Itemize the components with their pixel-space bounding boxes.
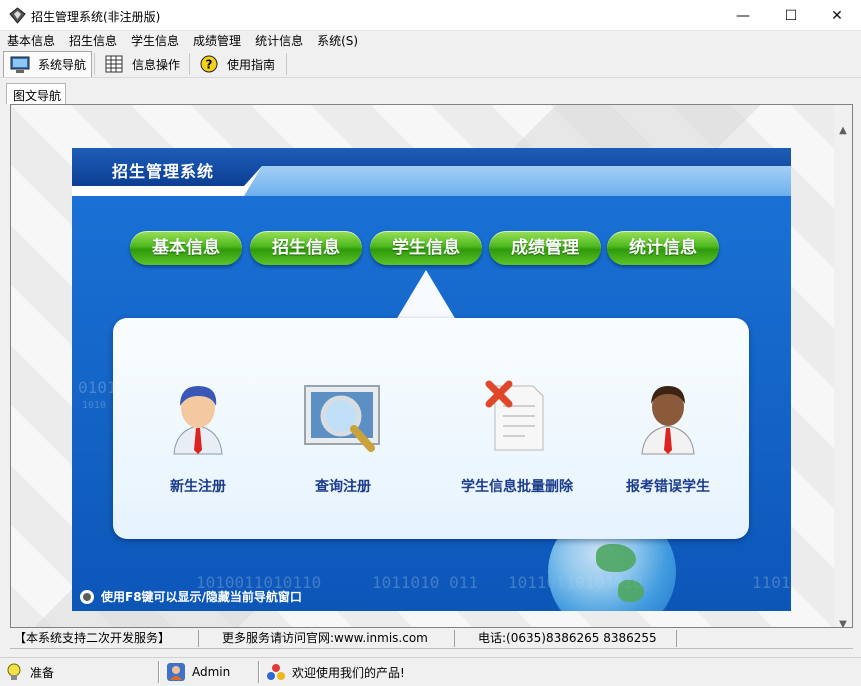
title-bar: 招生管理系统(非注册版) — ☐ ✕ [0,0,861,31]
feature-exam-error-students[interactable]: 报考错误学生 [603,380,733,496]
feature-label: 学生信息批量删除 [461,479,573,495]
menu-bar: 基本信息 招生信息 学生信息 成绩管理 统计信息 系统(S) [0,31,861,50]
welcome-text: 欢迎使用我们的产品! [292,665,405,680]
grid-table-icon [105,55,123,73]
header-light-band [244,166,791,196]
scroll-down-icon[interactable]: ▼ [834,615,852,628]
status-user: Admin [166,662,230,682]
status-bar: 准备 Admin 欢迎使用我们的产品! [0,657,861,686]
toolbar-separator [286,53,287,75]
support-text: 【本系统支持二次开发服务】 [14,631,171,645]
pill-enrollment-info[interactable]: 招生信息 [250,231,362,265]
panel-title: 招生管理系统 [112,162,215,181]
feature-label: 查询注册 [315,479,371,495]
toolbar-separator [189,53,190,75]
binary-decoration: 1101 [752,573,791,592]
vertical-scrollbar[interactable]: ▲ ▼ [834,105,852,627]
graphic-nav-tab[interactable]: 图文导航 [6,83,66,104]
menu-enrollment-info[interactable]: 招生信息 [62,31,124,50]
phone-text: 电话:(0635)8386265 8386255 [478,631,657,645]
info-separator [676,630,677,647]
delete-document-icon [485,380,544,451]
pill-basic-info[interactable]: 基本信息 [130,231,242,265]
info-separator [454,630,455,647]
hint-text: 使用F8键可以显示/隐藏当前导航窗口 [101,590,302,604]
panel-header: 招生管理系统 [72,148,791,196]
feature-query-registration[interactable]: 查询注册 [278,380,408,496]
monitor-icon [10,56,30,73]
help-question-icon: ? [200,55,218,73]
binary-decoration: 1010 [82,400,107,411]
status-separator [258,661,260,683]
pill-grade-management[interactable]: 成绩管理 [489,231,601,265]
menu-student-info[interactable]: 学生信息 [124,31,186,50]
info-badge-icon [80,589,94,604]
maximize-button[interactable]: ☐ [768,0,814,31]
binary-decoration: 1011010 011 [372,573,478,592]
navigation-panel: 招生管理系统 1010011010110 1011010 011 1011011… [72,148,791,611]
magnifier-icon [304,385,380,452]
scroll-up-icon[interactable]: ▲ [834,121,852,139]
app-logo-icon [9,7,26,24]
minimize-button[interactable]: — [720,0,766,31]
selected-tab-pointer [396,270,456,320]
user-account-icon [167,663,185,681]
system-nav-label: 系统导航 [38,58,87,72]
status-welcome: 欢迎使用我们的产品! [266,662,405,682]
male-user-icon [173,386,223,455]
feature-label: 报考错误学生 [626,479,710,495]
info-separator [198,630,199,647]
globe-landmass [596,544,636,572]
system-nav-tab[interactable]: 系统导航 [3,51,92,77]
user-name: Admin [192,665,231,679]
info-bar: 【本系统支持二次开发服务】 更多服务请访问官网:www.inmis.com 电话… [10,628,853,649]
menu-system[interactable]: 系统(S) [310,31,365,50]
status-separator [158,661,160,683]
svg-text:?: ? [206,58,213,72]
content-frame: 招生管理系统 1010011010110 1011010 011 1011011… [10,104,853,628]
menu-basic-info[interactable]: 基本信息 [0,31,62,50]
window-title: 招生管理系统(非注册版) [31,10,161,24]
shapes-icon [267,664,285,680]
pill-statistics[interactable]: 统计信息 [607,231,719,265]
globe-landmass [618,580,644,602]
close-button[interactable]: ✕ [814,0,860,31]
user-guide-label: 使用指南 [227,57,276,72]
binary-decoration: 0101 [78,378,117,397]
user-guide-tab[interactable]: ? 使用指南 [193,51,285,77]
status-ready: 准备 [4,662,54,682]
info-operation-label: 信息操作 [132,57,181,72]
status-text: 准备 [30,665,55,680]
feature-batch-delete-students[interactable]: 学生信息批量删除 [442,380,592,496]
menu-grade-management[interactable]: 成绩管理 [186,31,248,50]
toolbar-separator [94,53,95,75]
f8-hint: 使用F8键可以显示/隐藏当前导航窗口 [79,588,302,605]
menu-statistics[interactable]: 统计信息 [248,31,310,50]
toolbar: 系统导航 信息操作 ? 使用指南 [0,50,861,78]
feature-new-student-registration[interactable]: 新生注册 [133,380,263,496]
student-user-icon [641,386,695,455]
pill-student-info[interactable]: 学生信息 [370,231,482,265]
info-operation-tab[interactable]: 信息操作 [98,51,188,77]
lightbulb-icon [7,663,21,680]
feature-label: 新生注册 [170,479,226,495]
website-text: 更多服务请访问官网:www.inmis.com [222,631,428,645]
